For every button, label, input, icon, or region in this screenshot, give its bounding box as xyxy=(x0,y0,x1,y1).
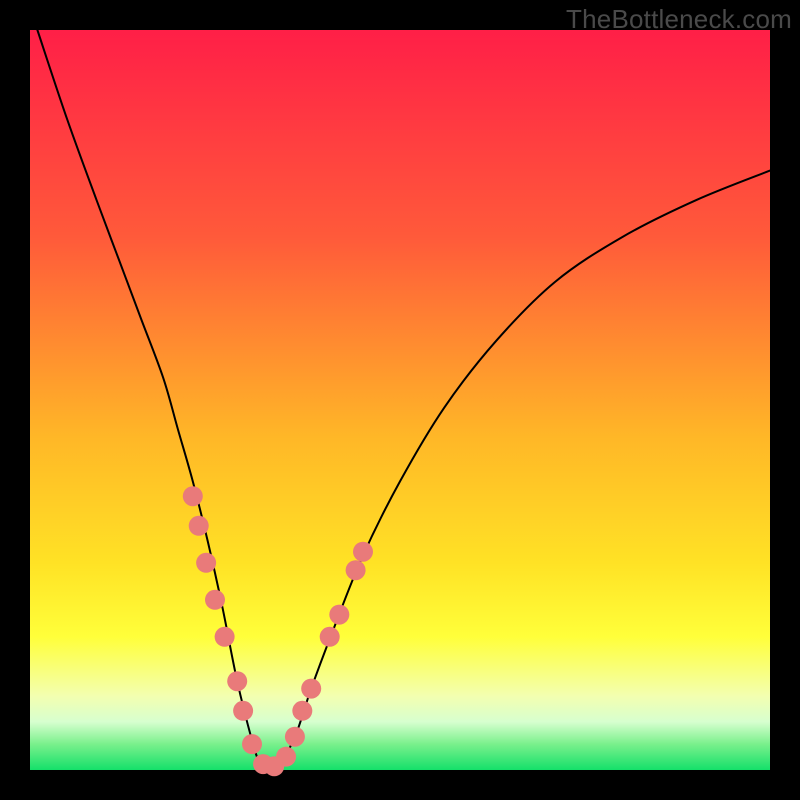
data-marker xyxy=(227,671,247,691)
data-marker xyxy=(276,747,296,767)
chart-frame: TheBottleneck.com xyxy=(0,0,800,800)
watermark-text: TheBottleneck.com xyxy=(566,4,792,35)
chart-canvas xyxy=(0,0,800,800)
data-marker xyxy=(242,734,262,754)
data-marker xyxy=(353,542,373,562)
data-marker xyxy=(320,627,340,647)
plot-area xyxy=(30,30,770,770)
data-marker xyxy=(205,590,225,610)
data-marker xyxy=(301,679,321,699)
data-marker xyxy=(346,560,366,580)
data-marker xyxy=(189,516,209,536)
data-marker xyxy=(329,605,349,625)
data-marker xyxy=(233,701,253,721)
data-marker xyxy=(285,727,305,747)
data-marker xyxy=(196,553,216,573)
data-marker xyxy=(183,486,203,506)
data-marker xyxy=(215,627,235,647)
data-marker xyxy=(292,701,312,721)
